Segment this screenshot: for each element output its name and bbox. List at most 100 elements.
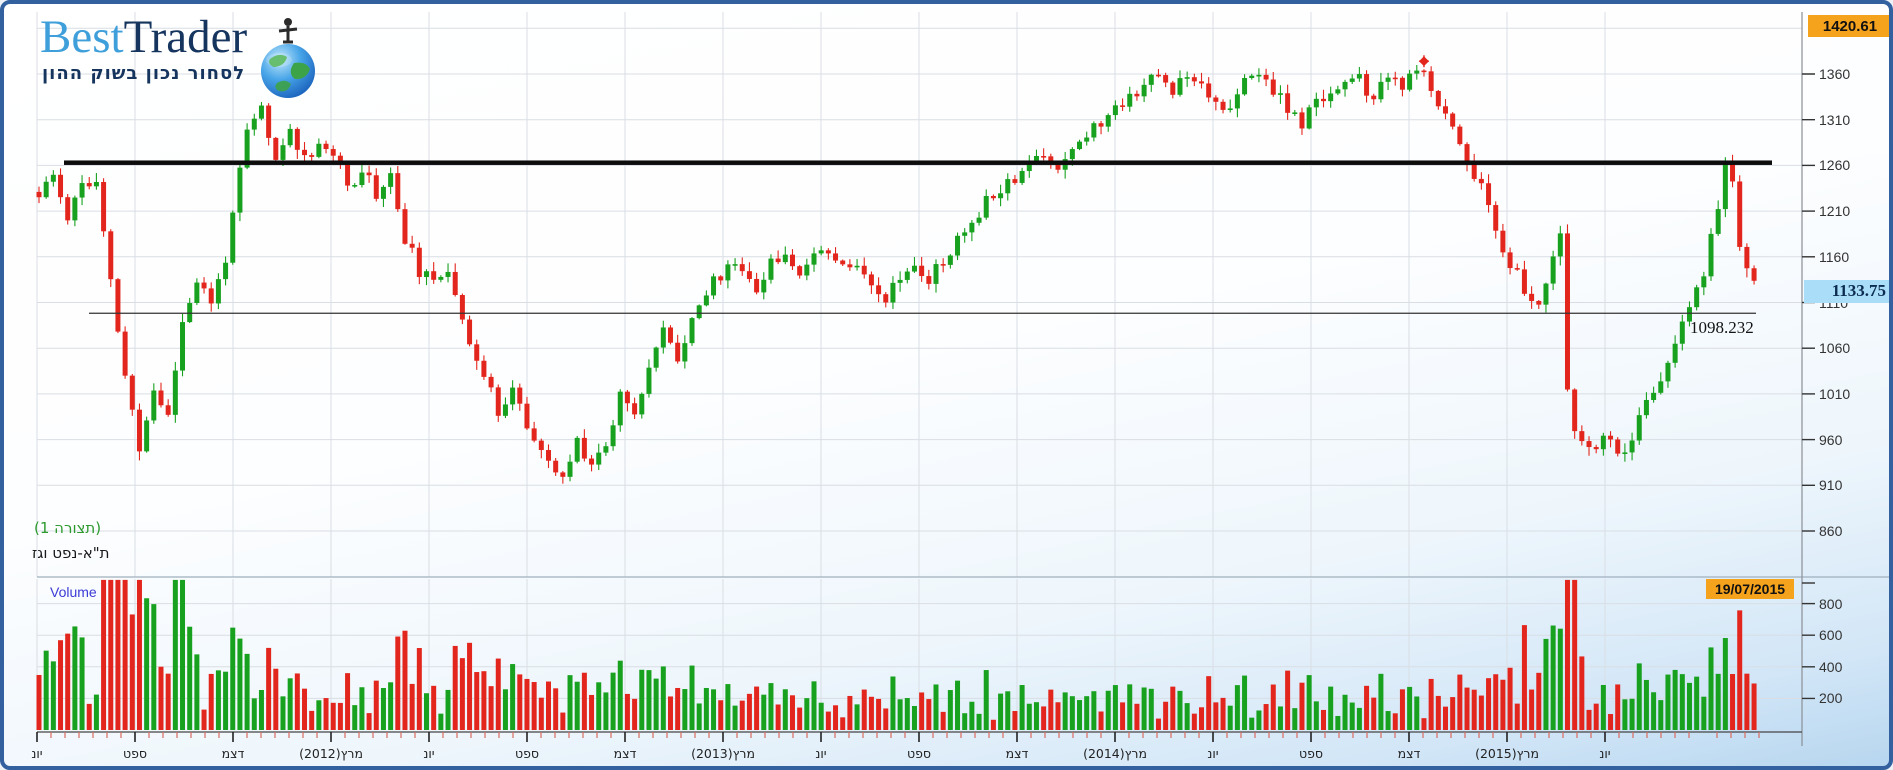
price-tick-label: 960 — [1819, 431, 1843, 448]
volume-bar — [531, 682, 537, 730]
volume-bar — [868, 696, 874, 730]
candle — [1385, 77, 1391, 82]
candle — [280, 145, 286, 160]
volume-bar — [86, 703, 92, 730]
volume-bar — [1500, 679, 1506, 730]
resistance-line[interactable] — [64, 160, 1772, 165]
volume-bar — [904, 698, 910, 730]
volume-bar — [438, 713, 444, 730]
volume-bar — [1356, 707, 1362, 730]
volume-bar — [1643, 679, 1649, 730]
volume-bar — [660, 666, 666, 730]
candle — [1170, 82, 1176, 95]
candle — [1349, 78, 1355, 82]
candle — [43, 181, 49, 198]
volume-bar — [388, 682, 394, 730]
candle — [1464, 144, 1470, 163]
volume-bar — [797, 707, 803, 730]
volume-bar — [1586, 709, 1592, 730]
candle — [158, 390, 164, 406]
candle — [1127, 93, 1133, 107]
volume-bar — [309, 710, 315, 730]
volume-bar — [1407, 686, 1413, 730]
volume-bar — [1342, 694, 1348, 730]
volume-bar — [775, 704, 781, 730]
candle — [108, 231, 114, 280]
volume-bar — [1457, 674, 1463, 730]
candle — [395, 173, 401, 210]
candle — [1306, 107, 1312, 129]
candle — [1679, 321, 1685, 344]
volume-bar — [294, 673, 300, 730]
volume-bar — [144, 598, 150, 730]
candle — [725, 264, 731, 281]
candle — [194, 282, 200, 304]
candle — [323, 143, 329, 150]
candle — [782, 254, 788, 263]
volume-bar — [1328, 686, 1334, 730]
volume-bar — [1292, 708, 1298, 730]
volume-bar — [732, 705, 738, 730]
candle — [409, 243, 415, 248]
volume-bar — [739, 700, 745, 730]
candle — [172, 370, 178, 415]
candle — [431, 271, 437, 280]
volume-pane-label: Volume — [50, 584, 97, 600]
candle — [86, 183, 92, 187]
volume-bar — [653, 678, 659, 730]
candle — [388, 173, 394, 187]
candlestick-chart[interactable] — [4, 4, 1893, 770]
volume-bar — [1105, 690, 1111, 730]
volume-bar — [93, 694, 99, 730]
candle — [1005, 179, 1011, 194]
candle — [1493, 205, 1499, 231]
volume-bar — [1256, 710, 1262, 730]
candle — [273, 137, 279, 160]
candle — [1091, 123, 1097, 138]
volume-bar — [854, 704, 860, 730]
volume-bar — [883, 708, 889, 730]
volume-bar — [223, 671, 229, 730]
time-tick-label: ספט — [122, 746, 148, 761]
volume-bar — [1134, 703, 1140, 730]
candle — [660, 327, 666, 348]
candle — [1672, 343, 1678, 363]
candle — [1486, 183, 1492, 206]
candle — [1722, 162, 1728, 210]
volume-bar — [589, 694, 595, 730]
candle — [969, 222, 975, 233]
candle — [72, 197, 78, 221]
volume-bar — [1629, 698, 1635, 730]
candle — [452, 271, 458, 296]
candle — [101, 181, 107, 232]
volume-bar — [280, 696, 286, 730]
volume-bar — [998, 693, 1004, 730]
candle — [309, 155, 315, 157]
candle — [1285, 93, 1291, 113]
candle — [352, 185, 358, 187]
candle — [890, 282, 896, 303]
volume-bar — [1048, 689, 1054, 730]
volume-bar — [1722, 638, 1728, 730]
volume-bar — [510, 664, 516, 730]
candle — [65, 197, 71, 221]
volume-bar — [165, 673, 171, 730]
candle — [129, 375, 135, 410]
volume-bar — [861, 689, 867, 730]
volume-bar — [151, 604, 157, 730]
volume-bar — [524, 678, 530, 730]
candle — [1292, 112, 1298, 115]
volume-bar — [1435, 695, 1441, 730]
study-config-label: (תצורה 1) — [34, 519, 102, 537]
candle — [1744, 246, 1750, 269]
volume-bar — [603, 692, 609, 730]
candle — [1730, 162, 1736, 182]
volume-bar — [1299, 682, 1305, 730]
candle — [589, 458, 595, 465]
brand-logo: BestTrader לסחור נכון בשוק ההון — [40, 14, 323, 100]
candle — [36, 191, 42, 198]
volume-bar — [136, 579, 142, 730]
volume-bar — [244, 653, 250, 730]
volume-bar — [65, 633, 71, 730]
volume-bar — [1033, 702, 1039, 730]
